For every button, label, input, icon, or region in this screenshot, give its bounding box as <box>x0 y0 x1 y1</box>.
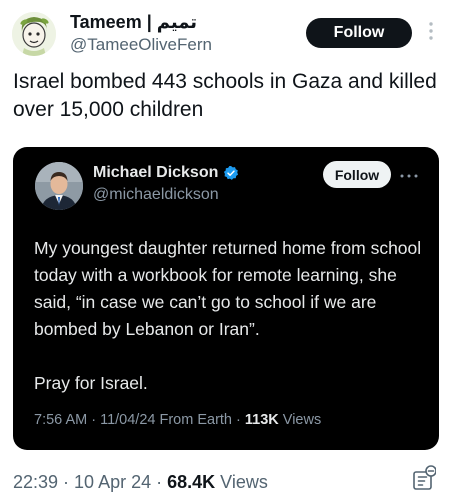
quoted-tweet-card[interactable]: Michael Dickson @michaeldickson Follow M… <box>13 147 439 450</box>
tweet-header: Tameem | تميم @TameeOliveFern Follow <box>0 0 451 60</box>
quoted-display-name-text: Michael Dickson <box>93 164 219 181</box>
quoted-views-label: Views <box>278 412 322 428</box>
avatar[interactable] <box>12 12 56 56</box>
views-label: Views <box>215 472 268 492</box>
analytics-button[interactable] <box>412 465 437 491</box>
profile-photo-avatar-icon <box>35 162 83 210</box>
horizontal-dots-icon <box>400 174 418 178</box>
quoted-paragraph: My youngest daughter returned home from … <box>34 238 422 339</box>
tweet-meta: 22:39 · 10 Apr 24 · 68.4K Views <box>13 472 268 493</box>
display-name[interactable]: Tameem | تميم <box>70 12 197 33</box>
quoted-timestamp: 7:56 AM · 11/04/24 From Earth · <box>34 412 245 428</box>
quoted-more-options-button[interactable] <box>398 167 420 178</box>
analytics-icon <box>413 465 437 490</box>
tweet-text: Israel bombed 443 schools in Gaza and ki… <box>13 70 437 121</box>
follow-button[interactable]: Follow <box>306 18 412 48</box>
user-handle[interactable]: @TameeOliveFern <box>70 35 212 55</box>
quoted-views-count: 113K <box>244 412 279 428</box>
quoted-avatar[interactable] <box>35 162 83 210</box>
olive-character-avatar-icon <box>12 12 56 56</box>
quoted-display-name[interactable]: Michael Dickson <box>93 164 239 182</box>
quoted-follow-button[interactable]: Follow <box>323 161 391 188</box>
quoted-tweet-meta: 7:56 AM · 11/04/24 From Earth · 113K Vie… <box>34 412 321 428</box>
tweet-timestamp[interactable]: 22:39 · 10 Apr 24 · <box>13 472 167 492</box>
quoted-paragraph: Pray for Israel. <box>34 373 148 393</box>
quoted-user-handle[interactable]: @michaeldickson <box>93 186 219 204</box>
quoted-tweet-text: My youngest daughter returned home from … <box>34 235 429 397</box>
views-count: 68.4K <box>167 472 216 492</box>
more-options-button[interactable] <box>423 18 439 44</box>
vertical-dots-icon <box>429 22 433 40</box>
verified-badge-icon <box>224 166 239 180</box>
